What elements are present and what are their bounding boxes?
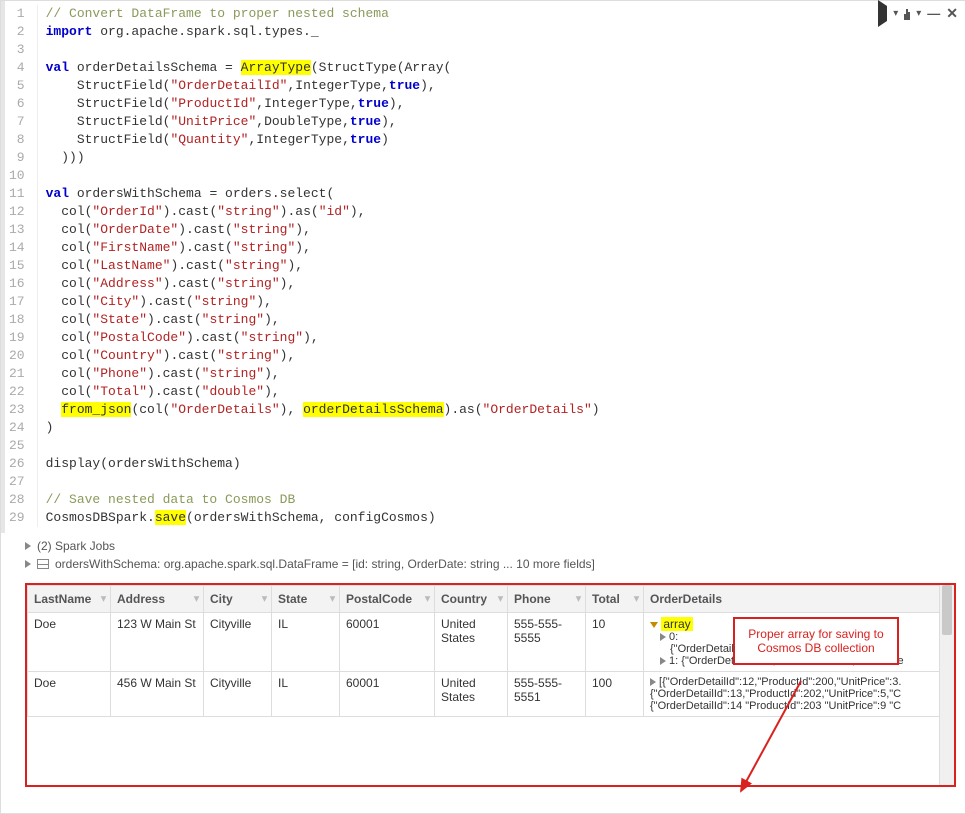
callout-text: Proper array for saving to Cosmos DB col… <box>748 627 883 655</box>
cell-state: IL <box>272 672 340 717</box>
output-panel: (2) Spark Jobs ordersWithSchema: org.apa… <box>1 533 965 577</box>
column-header-orderdetails[interactable]: OrderDetails▾ <box>644 586 940 613</box>
cell-phone: 555-555-5551 <box>508 672 586 717</box>
column-label: Total <box>592 592 620 606</box>
cell-country: United States <box>435 672 508 717</box>
code-editor[interactable]: 1234567891011121314151617181920212223242… <box>5 1 965 533</box>
spark-jobs-row[interactable]: (2) Spark Jobs <box>25 537 956 555</box>
table-header-row: LastName▾Address▾City▾State▾PostalCode▾C… <box>28 586 940 613</box>
column-header-lastname[interactable]: LastName ▾ <box>28 586 111 613</box>
schema-row[interactable]: ordersWithSchema: org.apache.spark.sql.D… <box>25 555 956 573</box>
column-label: LastName <box>34 592 91 606</box>
sort-icon: ▾ <box>194 594 199 605</box>
cell-country: United States <box>435 613 508 672</box>
cell-lastname: Doe <box>28 613 111 672</box>
column-header-postalcode[interactable]: PostalCode ▾ <box>340 586 435 613</box>
cell-city: Cityville <box>204 613 272 672</box>
array-label: array <box>661 617 692 631</box>
chevron-right-icon[interactable] <box>650 678 656 686</box>
sort-icon: ▾ <box>576 594 581 605</box>
chevron-right-icon[interactable] <box>660 633 666 641</box>
run-button[interactable] <box>878 6 887 21</box>
sort-icon: ▾ <box>498 594 503 605</box>
dataframe-icon <box>37 559 49 569</box>
spark-jobs-label: (2) Spark Jobs <box>37 539 115 553</box>
annotation-callout: Proper array for saving to Cosmos DB col… <box>733 617 899 665</box>
cell-postalcode: 60001 <box>340 613 435 672</box>
chevron-down-icon[interactable] <box>650 622 658 628</box>
cell-postalcode: 60001 <box>340 672 435 717</box>
cell-total: 100 <box>586 672 644 717</box>
chevron-right-icon[interactable] <box>660 657 666 665</box>
schema-text: ordersWithSchema: org.apache.spark.sql.D… <box>55 557 595 571</box>
sort-icon: ▾ <box>330 594 335 605</box>
column-header-phone[interactable]: Phone ▾ <box>508 586 586 613</box>
close-button[interactable]: ✕ <box>946 5 958 22</box>
minimize-button[interactable]: — <box>927 6 940 21</box>
code-lines: // Convert DataFrame to proper nested sc… <box>38 5 600 527</box>
column-label: City <box>210 592 233 606</box>
cell-state: IL <box>272 613 340 672</box>
cell-orderdetails[interactable]: [{"OrderDetailId":12,"ProductId":200,"Un… <box>644 672 940 717</box>
cell-lastname: Doe <box>28 672 111 717</box>
column-header-city[interactable]: City ▾ <box>204 586 272 613</box>
scrollbar-thumb[interactable] <box>942 585 952 635</box>
notebook-cell: ▾ ▾ — ✕ 12345678910111213141516171819202… <box>1 1 965 533</box>
cell-toolbar: ▾ ▾ — ✕ <box>878 5 958 22</box>
column-label: Address <box>117 592 165 606</box>
cell-city: Cityville <box>204 672 272 717</box>
column-label: State <box>278 592 307 606</box>
view-menu-chevron-icon[interactable]: ▾ <box>916 8 921 19</box>
column-header-total[interactable]: Total ▾ <box>586 586 644 613</box>
column-header-address[interactable]: Address ▾ <box>111 586 204 613</box>
expand-icon <box>25 560 31 568</box>
expand-icon <box>25 542 31 550</box>
cell-address: 456 W Main St <box>111 672 204 717</box>
sort-icon: ▾ <box>101 594 106 605</box>
column-header-state[interactable]: State ▾ <box>272 586 340 613</box>
sort-icon: ▾ <box>262 594 267 605</box>
table-row: Doe456 W Main StCityvilleIL60001United S… <box>28 672 940 717</box>
column-label: Country <box>441 592 487 606</box>
table-scroll[interactable]: LastName▾Address▾City▾State▾PostalCode▾C… <box>27 585 939 785</box>
column-label: PostalCode <box>346 592 412 606</box>
chart-icon[interactable] <box>904 8 910 20</box>
sort-icon: ▾ <box>425 594 430 605</box>
cell-total: 10 <box>586 613 644 672</box>
result-table-container: LastName▾Address▾City▾State▾PostalCode▾C… <box>25 583 956 787</box>
sort-icon: ▾ <box>634 594 639 605</box>
cell-phone: 555-555-5555 <box>508 613 586 672</box>
cell-address: 123 W Main St <box>111 613 204 672</box>
column-label: Phone <box>514 592 551 606</box>
line-gutter: 1234567891011121314151617181920212223242… <box>5 5 38 527</box>
run-menu-chevron-icon[interactable]: ▾ <box>893 8 898 19</box>
column-header-country[interactable]: Country ▾ <box>435 586 508 613</box>
column-label: OrderDetails <box>650 592 722 606</box>
vertical-scrollbar[interactable] <box>939 585 954 785</box>
